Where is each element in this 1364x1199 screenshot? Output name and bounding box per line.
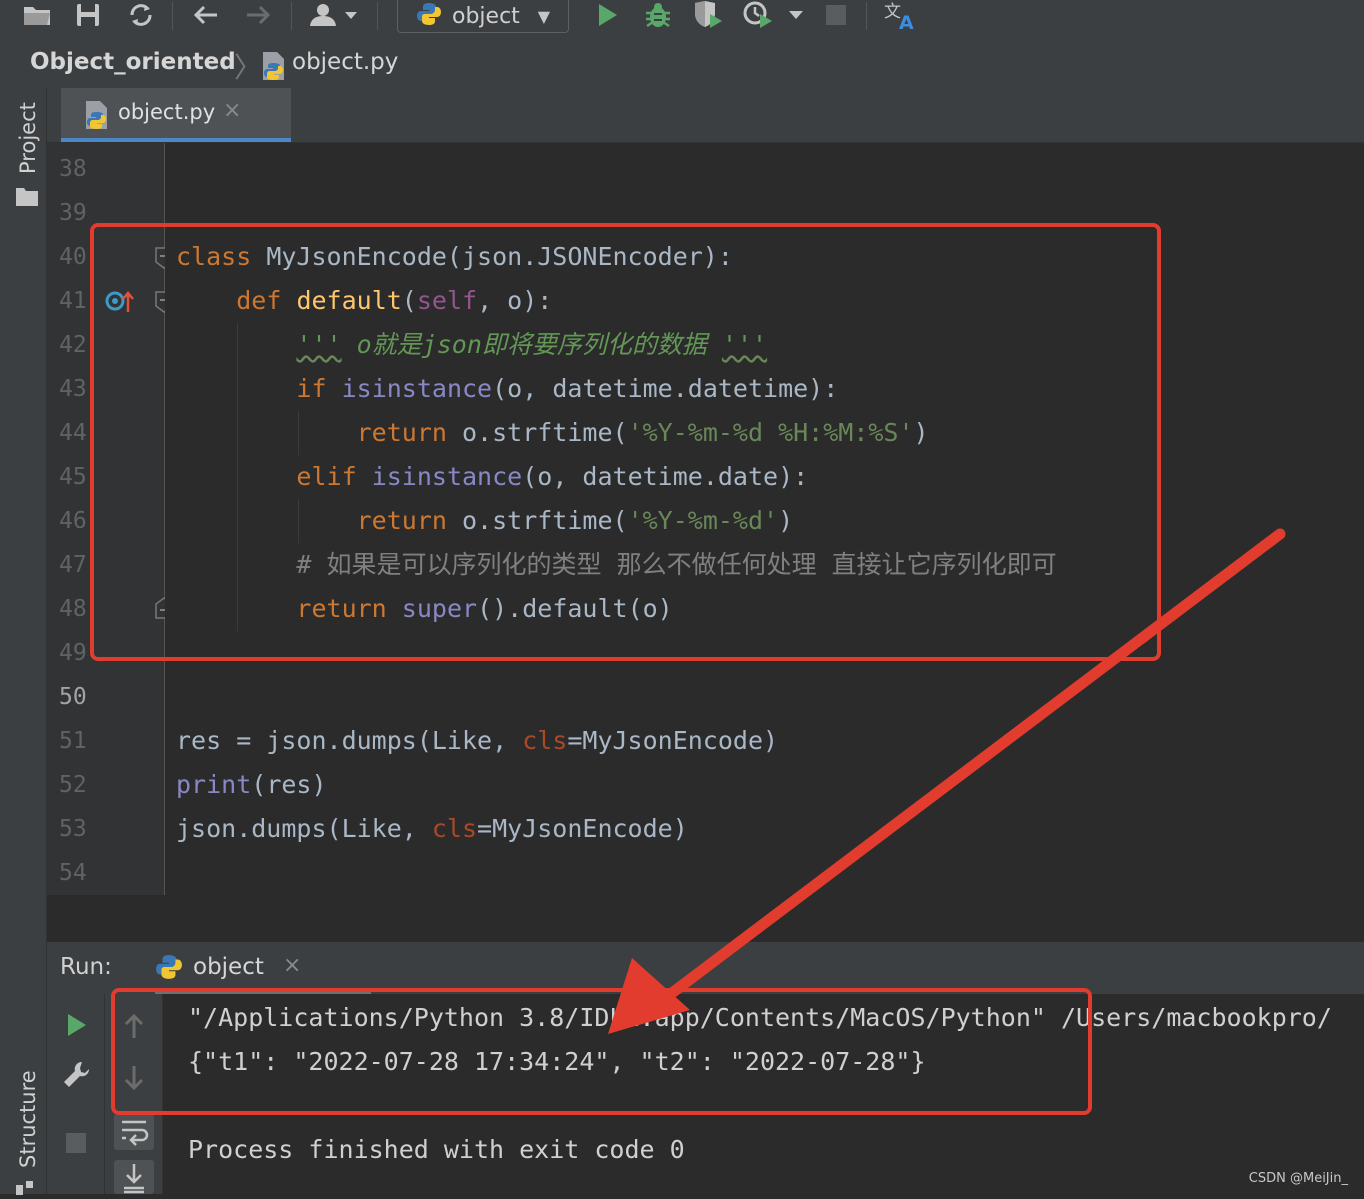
annotation-arrow-icon: [608, 528, 1286, 1034]
watermark: CSDN @MeiJin_: [1248, 1171, 1348, 1186]
